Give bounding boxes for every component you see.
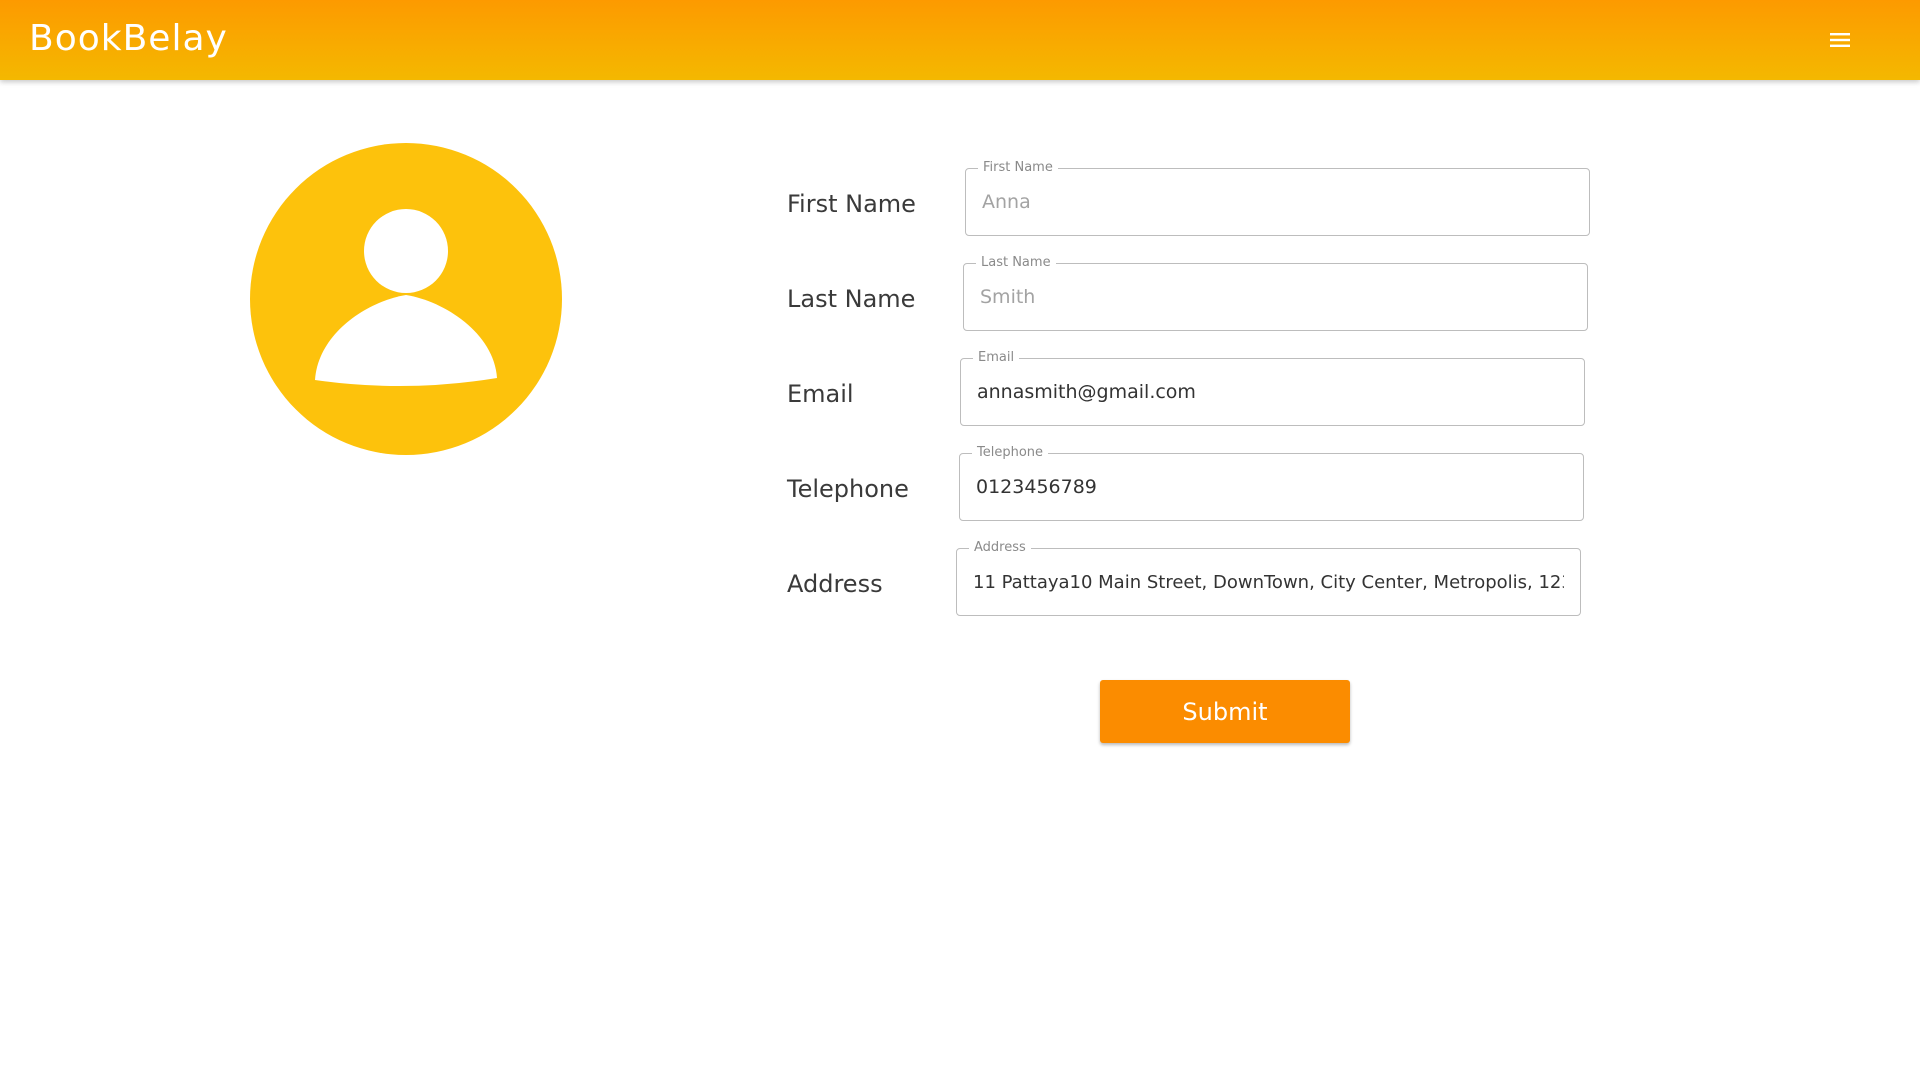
address-field[interactable]: Address	[956, 540, 1581, 616]
last-name-label: Last Name	[787, 285, 916, 313]
brand-title[interactable]: BookBelay	[29, 15, 228, 63]
app-bar: BookBelay	[0, 0, 1920, 80]
telephone-input[interactable]	[976, 454, 1567, 520]
address-input[interactable]	[973, 549, 1564, 615]
first-name-input[interactable]	[982, 169, 1573, 235]
last-name-input[interactable]	[980, 264, 1571, 330]
address-label: Address	[787, 570, 883, 598]
email-field[interactable]: Email	[960, 350, 1585, 426]
email-input[interactable]	[977, 359, 1568, 425]
telephone-label: Telephone	[787, 475, 909, 503]
email-label: Email	[787, 380, 854, 408]
first-name-label: First Name	[787, 190, 916, 218]
user-avatar-icon	[250, 143, 562, 455]
first-name-field[interactable]: First Name	[965, 160, 1590, 236]
hamburger-menu-icon	[1830, 33, 1850, 47]
menu-button[interactable]	[1822, 22, 1858, 58]
submit-button[interactable]: Submit	[1100, 680, 1350, 743]
telephone-field[interactable]: Telephone	[959, 445, 1584, 521]
last-name-field[interactable]: Last Name	[963, 255, 1588, 331]
profile-avatar	[250, 143, 562, 455]
